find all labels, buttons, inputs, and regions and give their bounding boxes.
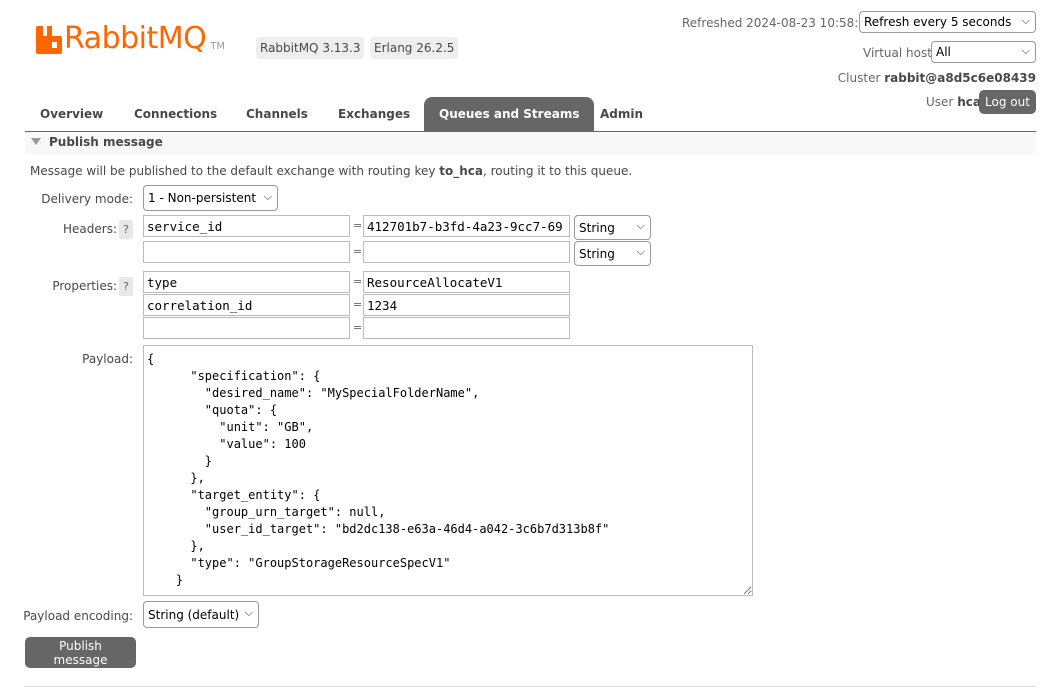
refresh-dropdown[interactable]: Refresh every 5 seconds: [859, 11, 1036, 33]
tab-channels[interactable]: Channels: [231, 97, 323, 131]
vhost-label: Virtual host: [863, 46, 932, 60]
refresh-select[interactable]: Refresh every 5 seconds ⌵: [859, 11, 1036, 33]
tab-admin[interactable]: Admin: [585, 97, 658, 131]
vhost-select[interactable]: All ⌵: [931, 41, 1036, 63]
trademark: TM: [210, 41, 225, 52]
publish-message-button[interactable]: Publish message: [25, 637, 136, 668]
info-suffix: , routing it to this queue.: [483, 164, 633, 178]
rabbitmq-logo[interactable]: RabbitMQ TM: [36, 22, 225, 54]
routing-key: to_hca: [439, 164, 483, 178]
erlang-badge: Erlang 26.2.5: [370, 37, 459, 59]
header-value-input[interactable]: [363, 215, 570, 237]
headers-help-icon[interactable]: ?: [119, 220, 133, 239]
tab-queues-and-streams[interactable]: Queues and Streams: [424, 97, 595, 131]
tab-overview[interactable]: Overview: [25, 97, 118, 131]
nav-tabs: Overview Connections Channels Exchanges …: [25, 97, 1036, 132]
properties-label: Properties:: [52, 279, 117, 293]
property-value-input[interactable]: [363, 271, 570, 293]
delivery-mode-label: Delivery mode:: [41, 192, 133, 206]
header-type-select[interactable]: String ⌵: [574, 241, 651, 266]
header-value-input[interactable]: [363, 241, 570, 263]
header-key-input[interactable]: [143, 241, 350, 263]
cluster-name: rabbit@a8d5c6e08439: [884, 71, 1036, 85]
equals-sign: =: [353, 219, 363, 232]
collapse-triangle-icon: [31, 138, 41, 145]
header-type-dropdown[interactable]: String: [574, 241, 651, 266]
tab-exchanges[interactable]: Exchanges: [323, 97, 425, 131]
properties-help-icon[interactable]: ?: [119, 277, 133, 296]
info-prefix: Message will be published to the default…: [30, 164, 440, 178]
delivery-mode-select[interactable]: 1 - Non-persistent ⌵: [143, 185, 278, 211]
divider: [25, 686, 1036, 687]
property-key-input[interactable]: [143, 271, 350, 293]
tab-connections[interactable]: Connections: [119, 97, 232, 131]
equals-sign: =: [353, 275, 363, 288]
property-value-input[interactable]: [363, 294, 570, 316]
cluster-label: Cluster: [837, 71, 881, 85]
payload-textarea[interactable]: { "specification": { "desired_name": "My…: [143, 345, 753, 596]
header-key-input[interactable]: [143, 215, 350, 237]
payload-encoding-dropdown[interactable]: String (default): [143, 601, 259, 628]
payload-label: Payload:: [82, 352, 133, 366]
version-badge: RabbitMQ 3.13.3: [256, 37, 365, 59]
equals-sign: =: [353, 298, 363, 311]
header-type-select[interactable]: String ⌵: [574, 215, 651, 240]
property-key-input[interactable]: [143, 294, 350, 316]
brand-name: RabbitMQ: [64, 21, 207, 56]
section-title: Publish message: [49, 135, 163, 149]
payload-encoding-label: Payload encoding:: [23, 609, 133, 623]
header-type-dropdown[interactable]: String: [574, 215, 651, 240]
payload-encoding-select[interactable]: String (default) ⌵: [143, 601, 259, 628]
delivery-mode-dropdown[interactable]: 1 - Non-persistent: [143, 185, 278, 211]
headers-label: Headers:: [63, 222, 117, 236]
rabbit-logo-icon: [36, 26, 62, 54]
cluster-info: Cluster rabbit@a8d5c6e08439: [838, 71, 1036, 85]
publish-info: Message will be published to the default…: [30, 164, 632, 178]
vhost-dropdown[interactable]: All: [931, 41, 1036, 63]
property-value-input[interactable]: [363, 317, 570, 339]
equals-sign: =: [353, 245, 363, 258]
refreshed-label: Refreshed 2024-08-23 10:58:06: [682, 16, 874, 30]
publish-message-section-header[interactable]: Publish message: [25, 132, 1036, 154]
equals-sign: =: [353, 321, 363, 334]
property-key-input[interactable]: [143, 317, 350, 339]
